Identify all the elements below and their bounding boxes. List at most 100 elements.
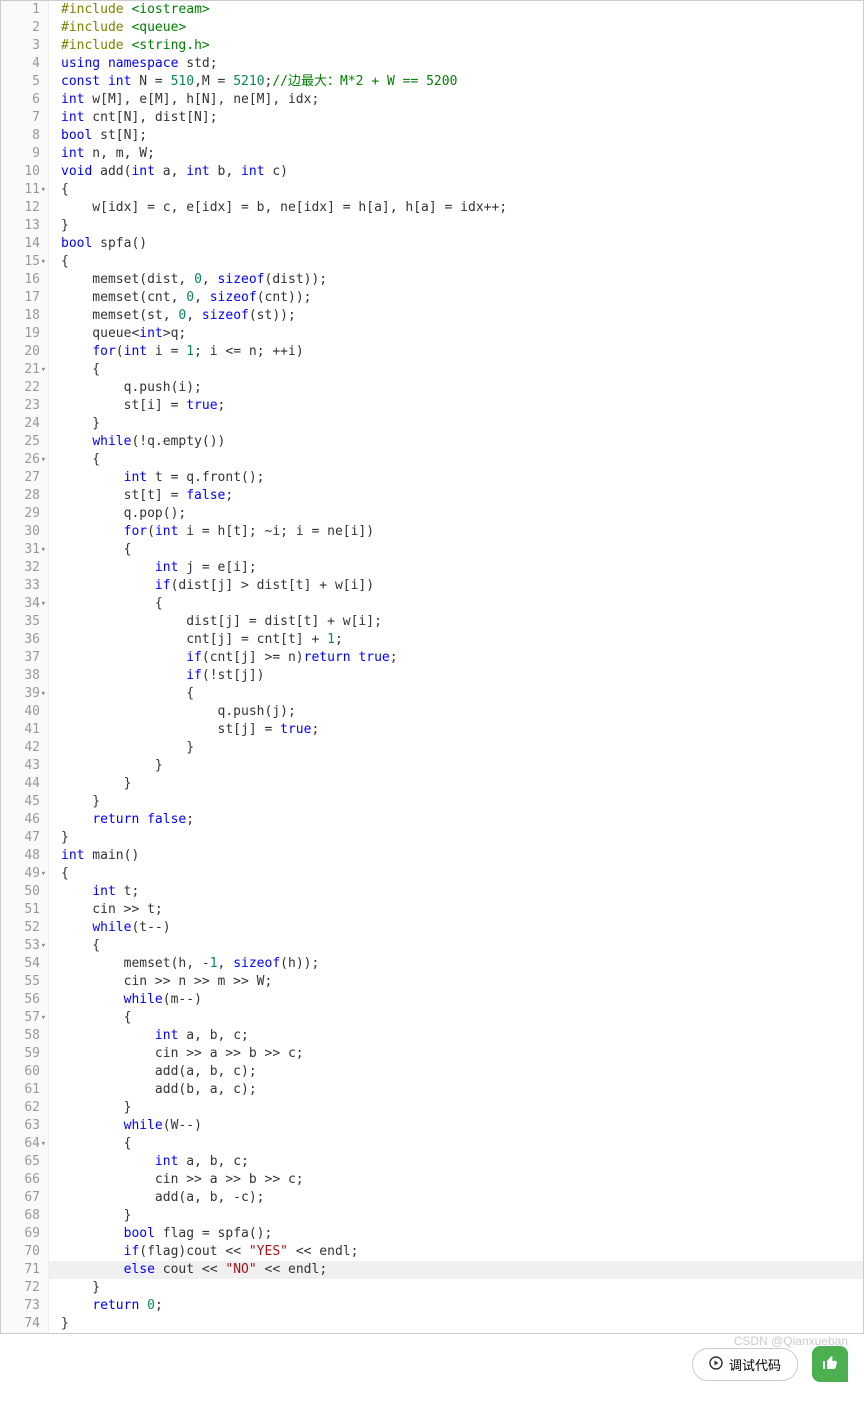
code-line[interactable]: 60 add(a, b, c); xyxy=(1,1063,863,1081)
code-line[interactable]: 19 queue<int>q; xyxy=(1,325,863,343)
code-line[interactable]: 51 cin >> t; xyxy=(1,901,863,919)
code-line[interactable]: 74} xyxy=(1,1315,863,1333)
code-line[interactable]: 48int main() xyxy=(1,847,863,865)
fold-icon[interactable]: ▾ xyxy=(41,451,46,469)
line-number: 7 xyxy=(1,109,49,127)
code-line[interactable]: 9int n, m, W; xyxy=(1,145,863,163)
code-line[interactable]: 44 } xyxy=(1,775,863,793)
code-line[interactable]: 34▾ { xyxy=(1,595,863,613)
code-line[interactable]: 3#include <string.h> xyxy=(1,37,863,55)
code-line[interactable]: 50 int t; xyxy=(1,883,863,901)
code-line[interactable]: 64▾ { xyxy=(1,1135,863,1153)
line-number: 65 xyxy=(1,1153,49,1171)
code-line[interactable]: 61 add(b, a, c); xyxy=(1,1081,863,1099)
fold-icon[interactable]: ▾ xyxy=(41,685,46,703)
code-line[interactable]: 46 return false; xyxy=(1,811,863,829)
code-line[interactable]: 17 memset(cnt, 0, sizeof(cnt)); xyxy=(1,289,863,307)
code-line[interactable]: 30 for(int i = h[t]; ~i; i = ne[i]) xyxy=(1,523,863,541)
code-line[interactable]: 66 cin >> a >> b >> c; xyxy=(1,1171,863,1189)
fold-icon[interactable]: ▾ xyxy=(41,1009,46,1027)
code-content: return 0; xyxy=(49,1297,163,1315)
fold-icon[interactable]: ▾ xyxy=(41,865,46,883)
code-line[interactable]: 40 q.push(j); xyxy=(1,703,863,721)
scroll-top-button[interactable] xyxy=(812,1346,848,1382)
code-line[interactable]: 67 add(a, b, -c); xyxy=(1,1189,863,1207)
code-line[interactable]: 35 dist[j] = dist[t] + w[i]; xyxy=(1,613,863,631)
fold-icon[interactable]: ▾ xyxy=(41,253,46,271)
code-line[interactable]: 14bool spfa() xyxy=(1,235,863,253)
code-line[interactable]: 33 if(dist[j] > dist[t] + w[i]) xyxy=(1,577,863,595)
code-line[interactable]: 12 w[idx] = c, e[idx] = b, ne[idx] = h[a… xyxy=(1,199,863,217)
line-number: 20 xyxy=(1,343,49,361)
code-line[interactable]: 52 while(t--) xyxy=(1,919,863,937)
code-line[interactable]: 49▾{ xyxy=(1,865,863,883)
code-line[interactable]: 20 for(int i = 1; i <= n; ++i) xyxy=(1,343,863,361)
code-line[interactable]: 4using namespace std; xyxy=(1,55,863,73)
code-content: } xyxy=(49,1279,100,1297)
code-line[interactable]: 1#include <iostream> xyxy=(1,1,863,19)
code-line[interactable]: 38 if(!st[j]) xyxy=(1,667,863,685)
code-line[interactable]: 13} xyxy=(1,217,863,235)
code-line[interactable]: 65 int a, b, c; xyxy=(1,1153,863,1171)
line-number: 33 xyxy=(1,577,49,595)
code-line[interactable]: 41 st[j] = true; xyxy=(1,721,863,739)
code-line[interactable]: 53▾ { xyxy=(1,937,863,955)
code-line[interactable]: 72 } xyxy=(1,1279,863,1297)
code-line[interactable]: 71 else cout << "NO" << endl; xyxy=(1,1261,863,1279)
code-line[interactable]: 7int cnt[N], dist[N]; xyxy=(1,109,863,127)
code-line[interactable]: 15▾{ xyxy=(1,253,863,271)
fold-icon[interactable]: ▾ xyxy=(41,1135,46,1153)
code-line[interactable]: 69 bool flag = spfa(); xyxy=(1,1225,863,1243)
code-line[interactable]: 28 st[t] = false; xyxy=(1,487,863,505)
fold-icon[interactable]: ▾ xyxy=(41,595,46,613)
code-line[interactable]: 23 st[i] = true; xyxy=(1,397,863,415)
line-number: 39▾ xyxy=(1,685,49,703)
code-line[interactable]: 36 cnt[j] = cnt[t] + 1; xyxy=(1,631,863,649)
code-content: { xyxy=(49,865,69,883)
code-line[interactable]: 8bool st[N]; xyxy=(1,127,863,145)
code-line[interactable]: 47} xyxy=(1,829,863,847)
fold-icon[interactable]: ▾ xyxy=(41,361,46,379)
code-line[interactable]: 62 } xyxy=(1,1099,863,1117)
code-content: } xyxy=(49,829,69,847)
code-line[interactable]: 42 } xyxy=(1,739,863,757)
code-line[interactable]: 5const int N = 510,M = 5210;//边最大：M*2 + … xyxy=(1,73,863,91)
code-line[interactable]: 73 return 0; xyxy=(1,1297,863,1315)
code-line[interactable]: 63 while(W--) xyxy=(1,1117,863,1135)
code-line[interactable]: 58 int a, b, c; xyxy=(1,1027,863,1045)
code-line[interactable]: 70 if(flag)cout << "YES" << endl; xyxy=(1,1243,863,1261)
code-line[interactable]: 10void add(int a, int b, int c) xyxy=(1,163,863,181)
code-line[interactable]: 45 } xyxy=(1,793,863,811)
code-line[interactable]: 24 } xyxy=(1,415,863,433)
debug-button[interactable]: 调试代码 xyxy=(692,1348,798,1381)
code-line[interactable]: 26▾ { xyxy=(1,451,863,469)
code-line[interactable]: 22 q.push(i); xyxy=(1,379,863,397)
code-line[interactable]: 25 while(!q.empty()) xyxy=(1,433,863,451)
code-line[interactable]: 6int w[M], e[M], h[N], ne[M], idx; xyxy=(1,91,863,109)
code-line[interactable]: 37 if(cnt[j] >= n)return true; xyxy=(1,649,863,667)
code-line[interactable]: 59 cin >> a >> b >> c; xyxy=(1,1045,863,1063)
code-line[interactable]: 29 q.pop(); xyxy=(1,505,863,523)
code-line[interactable]: 54 memset(h, -1, sizeof(h)); xyxy=(1,955,863,973)
fold-icon[interactable]: ▾ xyxy=(41,937,46,955)
code-line[interactable]: 18 memset(st, 0, sizeof(st)); xyxy=(1,307,863,325)
code-content: queue<int>q; xyxy=(49,325,186,343)
code-line[interactable]: 11▾{ xyxy=(1,181,863,199)
code-line[interactable]: 56 while(m--) xyxy=(1,991,863,1009)
code-line[interactable]: 27 int t = q.front(); xyxy=(1,469,863,487)
code-line[interactable]: 31▾ { xyxy=(1,541,863,559)
code-line[interactable]: 57▾ { xyxy=(1,1009,863,1027)
code-line[interactable]: 43 } xyxy=(1,757,863,775)
play-icon xyxy=(709,1356,723,1373)
code-line[interactable]: 16 memset(dist, 0, sizeof(dist)); xyxy=(1,271,863,289)
code-line[interactable]: 2#include <queue> xyxy=(1,19,863,37)
code-line[interactable]: 32 int j = e[i]; xyxy=(1,559,863,577)
code-line[interactable]: 55 cin >> n >> m >> W; xyxy=(1,973,863,991)
fold-icon[interactable]: ▾ xyxy=(41,181,46,199)
code-line[interactable]: 68 } xyxy=(1,1207,863,1225)
code-line[interactable]: 21▾ { xyxy=(1,361,863,379)
code-content: st[t] = false; xyxy=(49,487,233,505)
code-content: { xyxy=(49,937,100,955)
code-line[interactable]: 39▾ { xyxy=(1,685,863,703)
fold-icon[interactable]: ▾ xyxy=(41,541,46,559)
